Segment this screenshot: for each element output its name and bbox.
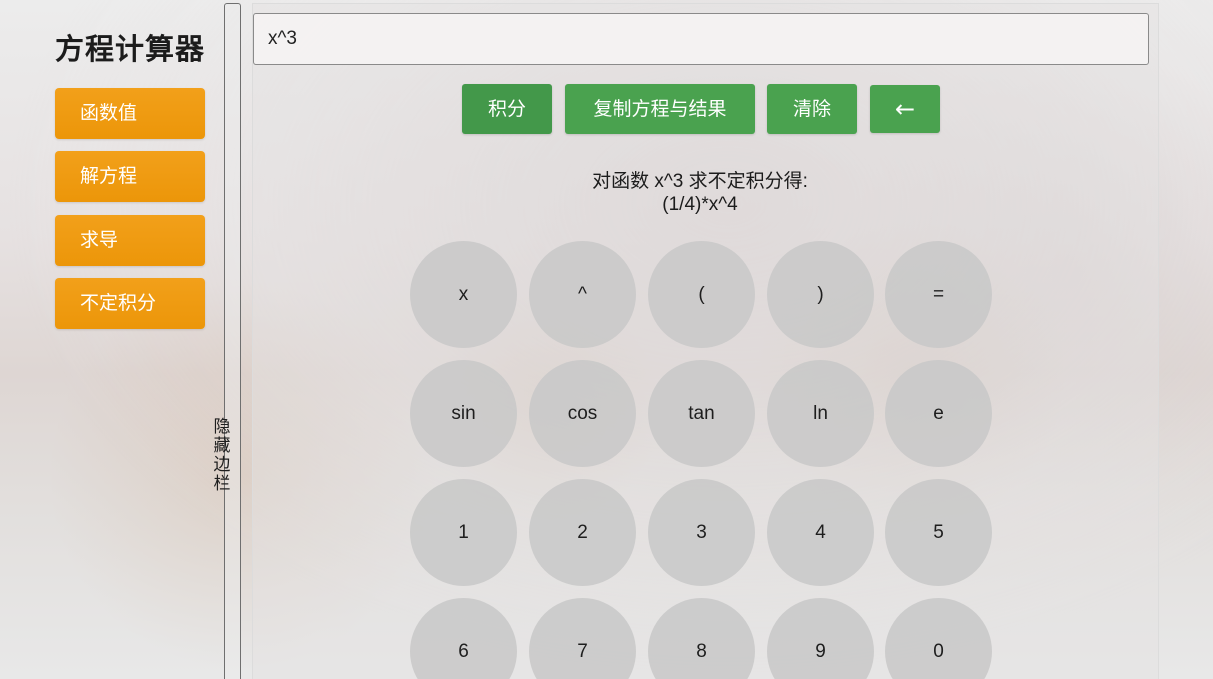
clear-button[interactable]: 清除 xyxy=(767,84,857,134)
nav-indefinite-integral-button[interactable]: 不定积分 xyxy=(55,278,205,329)
integrate-button[interactable]: 积分 xyxy=(462,84,552,134)
expression-input[interactable]: x^3 xyxy=(253,13,1149,65)
app-title: 方程计算器 xyxy=(54,32,205,66)
nav-solve-equation-button[interactable]: 解方程 xyxy=(55,151,205,202)
nav-function-value-button[interactable]: 函数值 xyxy=(55,88,205,139)
result-value: (1/4)*x^4 xyxy=(662,194,738,215)
key-4[interactable]: 4 xyxy=(767,479,874,586)
nav-derivative-button[interactable]: 求导 xyxy=(55,215,205,266)
key-open-paren[interactable]: ( xyxy=(648,241,755,348)
key-sin[interactable]: sin xyxy=(410,360,517,467)
key-2[interactable]: 2 xyxy=(529,479,636,586)
sidebar: 方程计算器 函数值 解方程 求导 不定积分 xyxy=(0,0,224,679)
copy-equation-result-button[interactable]: 复制方程与结果 xyxy=(565,84,755,134)
hide-sidebar-label[interactable]: 隐藏边栏 xyxy=(210,418,234,494)
key-equals[interactable]: = xyxy=(885,241,992,348)
key-cos[interactable]: cos xyxy=(529,360,636,467)
key-3[interactable]: 3 xyxy=(648,479,755,586)
key-tan[interactable]: tan xyxy=(648,360,755,467)
key-5[interactable]: 5 xyxy=(885,479,992,586)
key-close-paren[interactable]: ) xyxy=(767,241,874,348)
key-caret[interactable]: ^ xyxy=(529,241,636,348)
hide-sidebar-toggle[interactable] xyxy=(224,3,241,679)
backspace-button[interactable]: ← xyxy=(870,85,940,133)
key-ln[interactable]: ln xyxy=(767,360,874,467)
result-description: 对函数 x^3 求不定积分得: xyxy=(592,171,808,192)
result-display: 对函数 x^3 求不定积分得: (1/4)*x^4 xyxy=(500,170,900,216)
key-e[interactable]: e xyxy=(885,360,992,467)
key-1[interactable]: 1 xyxy=(410,479,517,586)
key-x[interactable]: x xyxy=(410,241,517,348)
